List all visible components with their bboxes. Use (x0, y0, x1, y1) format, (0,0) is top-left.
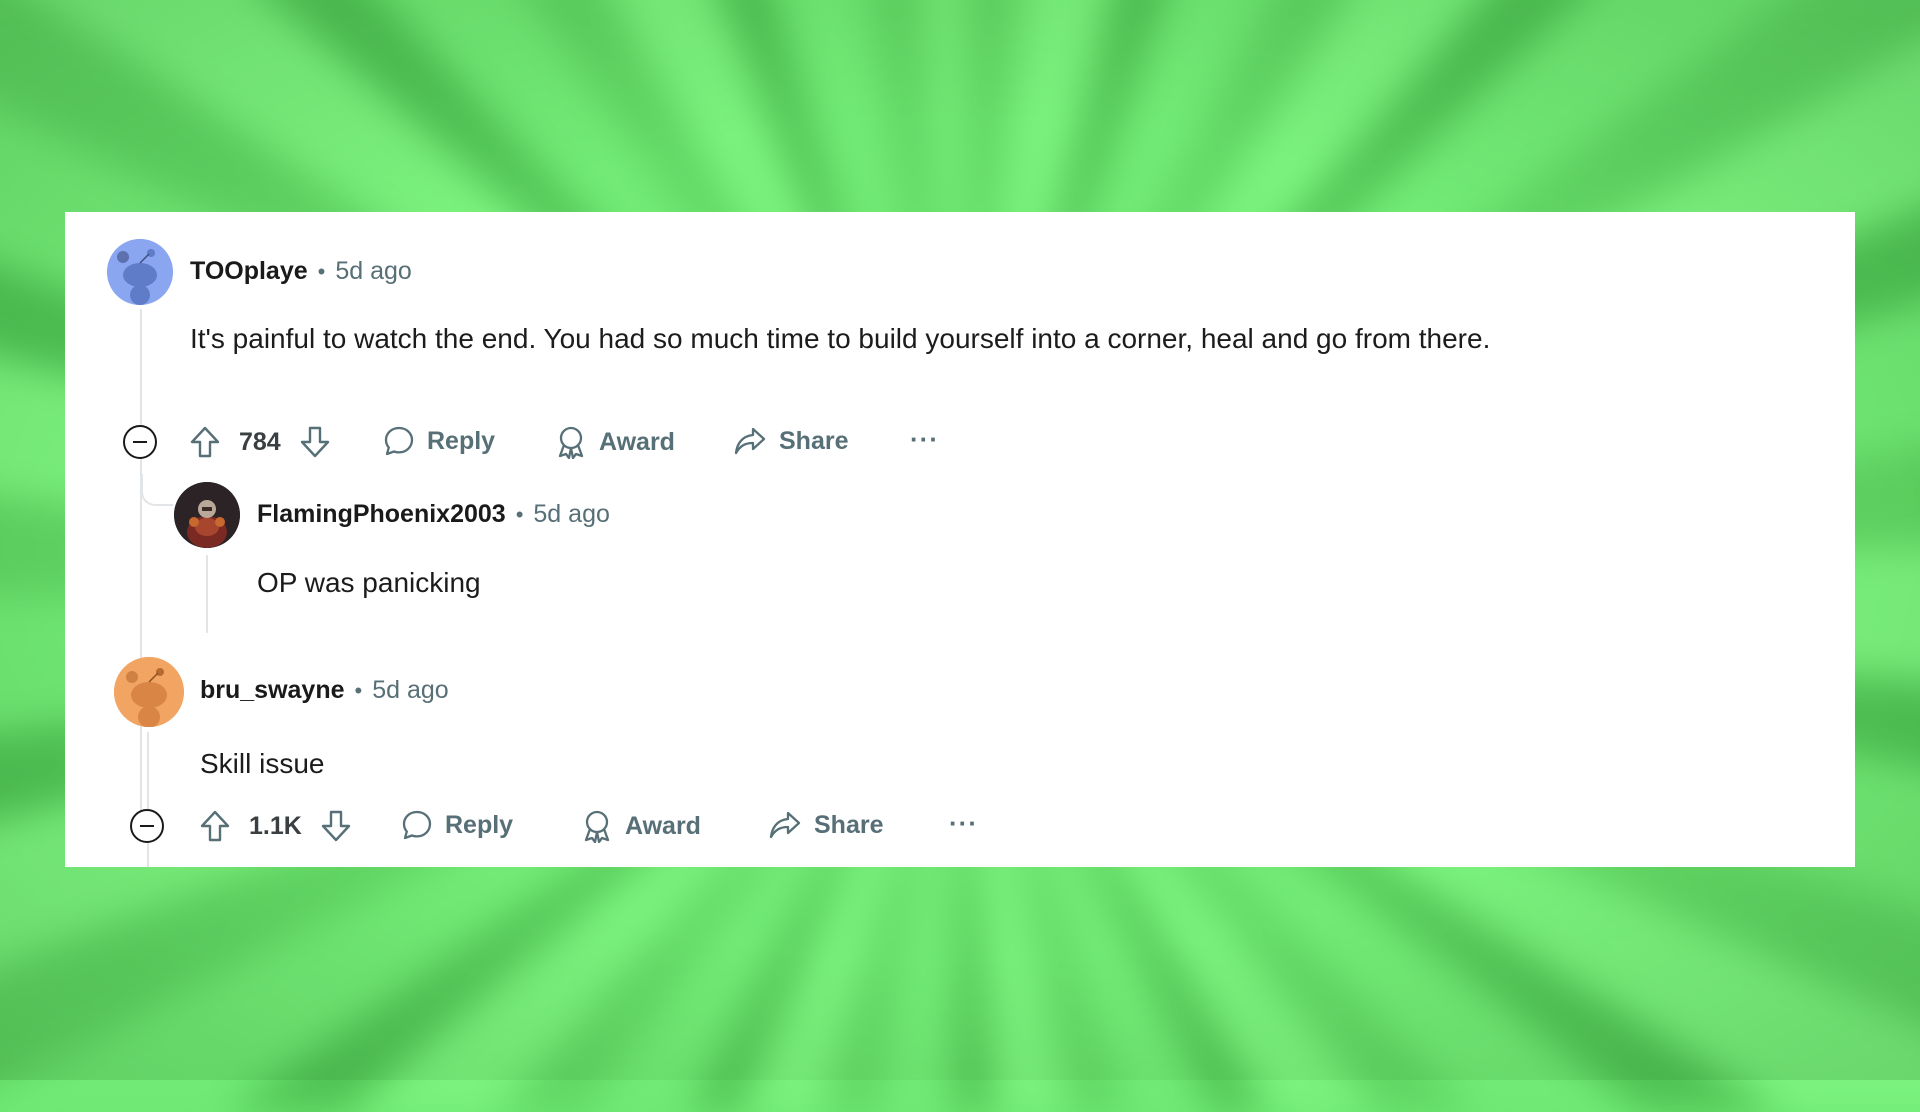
more-options-button[interactable]: ··· (910, 424, 939, 455)
comment-header: TOOplaye • 5d ago (190, 257, 412, 286)
reply-label: Reply (445, 810, 514, 839)
comment-bubble-icon (402, 810, 432, 840)
reply-username[interactable]: FlamingPhoenix2003 (257, 500, 506, 529)
reply-header: FlamingPhoenix2003 • 5d ago (257, 500, 610, 529)
downvote-icon[interactable] (299, 425, 331, 459)
share-button[interactable]: Share (733, 425, 848, 457)
snoo-avatar-icon (114, 657, 184, 727)
minus-icon (140, 824, 154, 828)
reply-timestamp[interactable]: 5d ago (533, 500, 609, 529)
more-options-button[interactable]: ··· (949, 808, 978, 839)
timestamp[interactable]: 5d ago (335, 257, 411, 286)
reply-label: Reply (427, 426, 496, 455)
reply-button[interactable]: Reply (401, 809, 513, 841)
comment-body: Skill issue (200, 748, 325, 779)
collapse-thread-button[interactable] (123, 425, 157, 459)
comment-header: bru_swayne • 5d ago (200, 676, 449, 705)
meta-separator: • (354, 678, 363, 703)
comment-thread-card: TOOplaye • 5d ago It's painful to watch … (65, 212, 1855, 867)
minus-icon (133, 440, 147, 444)
collapse-thread-button[interactable] (130, 809, 164, 843)
vote-score: 784 (239, 427, 281, 456)
vote-score: 1.1K (249, 811, 302, 840)
reply-button[interactable]: Reply (383, 425, 495, 457)
award-label: Award (625, 811, 701, 840)
share-arrow-icon (769, 811, 801, 839)
username[interactable]: TOOplaye (190, 257, 308, 286)
vote-group: 784 (189, 425, 331, 459)
upvote-icon[interactable] (189, 425, 221, 459)
bru-swayne-avatar[interactable] (114, 657, 184, 727)
reply-thread-line[interactable] (206, 555, 208, 633)
award-button[interactable]: Award (555, 425, 675, 459)
comment-body: It's painful to watch the end. You had s… (190, 323, 1491, 354)
share-arrow-icon (734, 427, 766, 455)
thread-line[interactable] (147, 732, 149, 867)
reply-body: OP was panicking (257, 567, 481, 598)
flamingphoenix2003-avatar[interactable] (174, 482, 240, 548)
upvote-icon[interactable] (199, 809, 231, 843)
share-label: Share (814, 810, 884, 839)
award-icon (584, 810, 610, 843)
downvote-icon[interactable] (320, 809, 352, 843)
snoo-avatar-icon (107, 239, 173, 305)
reply-meta-separator: • (515, 502, 524, 527)
tooplaye-avatar[interactable] (107, 239, 173, 305)
comment-bubble-icon (384, 426, 414, 456)
award-label: Award (599, 427, 675, 456)
thread-line[interactable] (140, 309, 142, 834)
award-button[interactable]: Award (581, 809, 701, 843)
armored-character-avatar-icon (174, 482, 240, 548)
username[interactable]: bru_swayne (200, 676, 345, 705)
timestamp[interactable]: 5d ago (372, 676, 448, 705)
share-button[interactable]: Share (768, 809, 883, 841)
meta-separator: • (317, 259, 326, 284)
vote-group: 1.1K (199, 809, 352, 843)
reply-connector-line (141, 474, 173, 506)
award-icon (558, 426, 584, 459)
share-label: Share (779, 426, 849, 455)
